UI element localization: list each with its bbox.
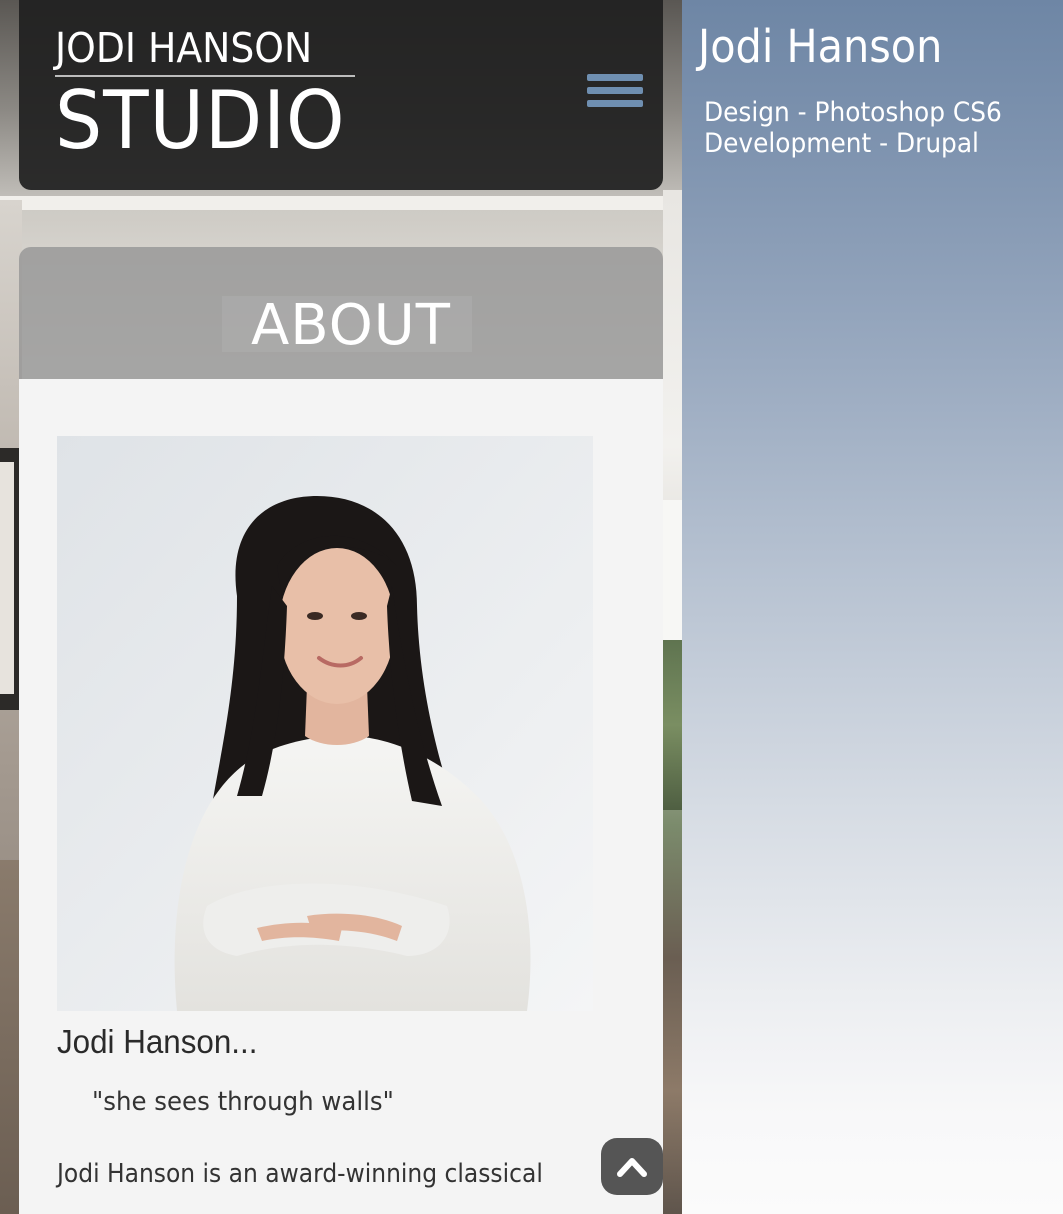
portrait-photo [57, 436, 593, 1011]
about-content: Jodi Hanson... "she sees through walls" … [19, 379, 663, 1214]
background-plant [663, 640, 682, 810]
background-picture [0, 462, 14, 694]
page-title: ABOUT [250, 293, 451, 358]
panel-line-development: Development - Drupal [704, 128, 979, 159]
menu-bar [587, 74, 643, 81]
background-window [663, 500, 682, 640]
scroll-to-top-button[interactable] [601, 1138, 663, 1195]
background-sofa [0, 860, 20, 1214]
logo-text-top: JODI HANSON [55, 24, 313, 72]
site-header: JODI HANSON STUDIO [19, 0, 663, 190]
page: JODI HANSON STUDIO ABOUT Jodi Hanson... … [0, 0, 1063, 1214]
logo-text-bottom: STUDIO [55, 74, 346, 167]
panel-line-design: Design - Photoshop CS6 [704, 97, 1002, 128]
person-name: Jodi Hanson... [57, 1023, 258, 1060]
menu-bar [587, 87, 643, 94]
person-bio: Jodi Hanson is an award-winning classica… [57, 1159, 543, 1189]
chevron-up-icon [617, 1158, 647, 1177]
menu-bar [587, 100, 643, 107]
panel-title: Jodi Hanson [698, 20, 943, 73]
site-logo[interactable]: JODI HANSON STUDIO [55, 24, 367, 167]
about-heading-banner: ABOUT [19, 247, 663, 379]
portrait-illustration [57, 436, 593, 1011]
info-panel: Jodi Hanson Design - Photoshop CS6 Devel… [682, 0, 1063, 1214]
person-quote: "she sees through walls" [92, 1087, 394, 1117]
background-beam [0, 196, 682, 210]
hamburger-menu-icon[interactable] [584, 72, 644, 114]
